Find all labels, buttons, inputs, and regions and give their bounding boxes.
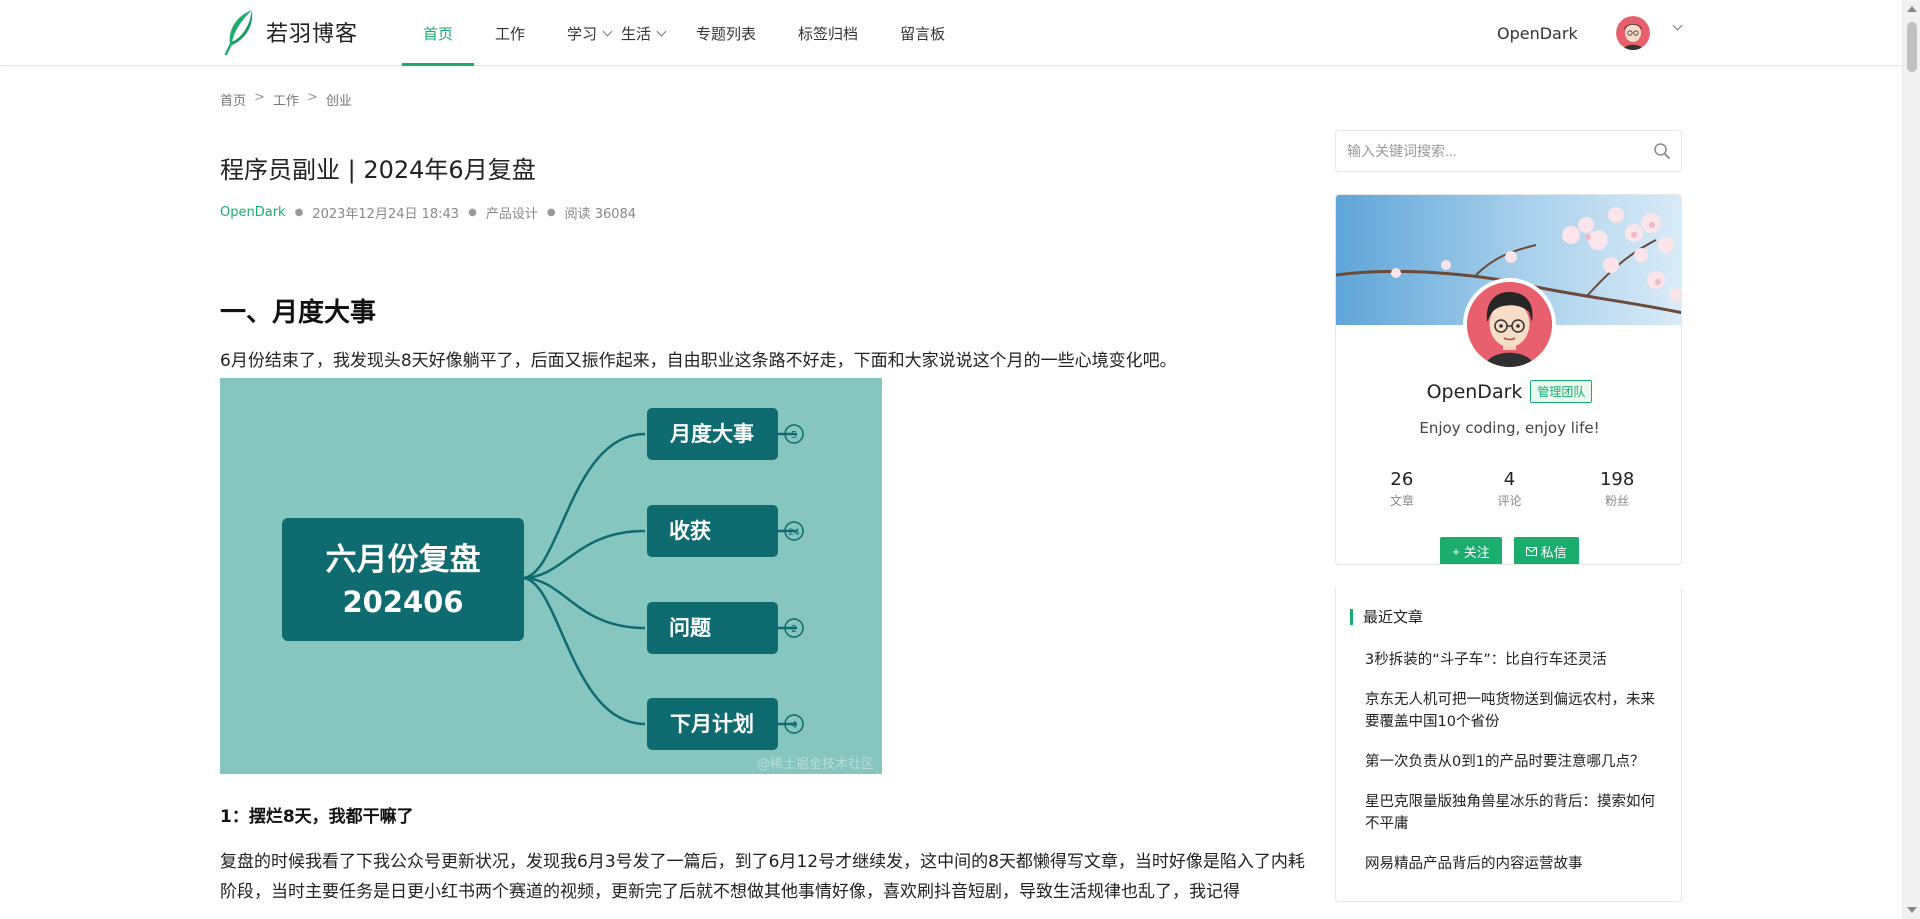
nav-label: 生活 bbox=[621, 24, 652, 43]
mindmap-branch-label: 月度大事 bbox=[669, 422, 754, 446]
chevron-down-icon[interactable] bbox=[1672, 20, 1683, 31]
profile-card: OpenDark 管理团队 Enjoy coding, enjoy life! … bbox=[1335, 194, 1682, 565]
stat-label: 粉丝 bbox=[1605, 494, 1630, 508]
mindmap-image: 六月份复盘 202406 月度大事 5 收获 24 问题 2 下月计划 4 @稀… bbox=[220, 378, 882, 774]
profile-actions: + 关注 私信 bbox=[1336, 537, 1681, 564]
article-views: 阅读 36084 bbox=[564, 207, 637, 222]
mindmap-branch-count: 4 bbox=[791, 720, 797, 731]
scrollbar[interactable] bbox=[1902, 0, 1920, 919]
nav-item-study[interactable]: 学习 bbox=[546, 0, 621, 66]
main-nav: 首页 工作 学习 生活 专题列表 标签归档 留言板 bbox=[402, 0, 966, 66]
nav-item-life[interactable]: 生活 bbox=[621, 0, 696, 66]
list-item[interactable]: 星巴克限量版独角兽星冰乐的背后：摸索如何不平庸 bbox=[1365, 791, 1665, 835]
breadcrumb-item-current[interactable]: 创业 bbox=[326, 90, 352, 109]
mail-icon bbox=[1525, 546, 1537, 556]
stat-followers[interactable]: 198 粉丝 bbox=[1572, 469, 1662, 509]
top-navigation-bar: 若羽博客 首页 工作 学习 生活 专题列表 标签归档 留言板 OpenDark bbox=[0, 0, 1902, 66]
mindmap-center-subtitle: 202406 bbox=[342, 585, 463, 619]
article-meta: OpenDark ● 2023年12月24日 18:43 ● 产品设计 ● 阅读… bbox=[220, 203, 1320, 222]
nav-label: 工作 bbox=[495, 24, 526, 43]
stat-label: 文章 bbox=[1389, 494, 1414, 508]
breadcrumb-item-home[interactable]: 首页 bbox=[220, 90, 246, 109]
scroll-thumb[interactable] bbox=[1907, 22, 1917, 72]
mindmap-branch-count: 5 bbox=[791, 430, 797, 441]
mindmap-branch-label: 下月计划 bbox=[670, 712, 754, 736]
user-avatar-icon bbox=[1467, 282, 1552, 367]
mindmap-watermark: @稀土掘金技术社区 bbox=[757, 756, 874, 772]
article-paragraph: 复盘的时候我看了下我公众号更新状况，发现我6月3号发了一篇后，到了6月12号才继… bbox=[220, 852, 1305, 902]
nav-label: 学习 bbox=[567, 24, 598, 43]
chevron-down-icon bbox=[656, 26, 667, 36]
recent-posts-list: 3秒拆装的“斗子车”：比自行车还灵活 京东无人机可把一吨货物送到偏远农村，未来要… bbox=[1365, 649, 1665, 893]
mindmap-center-title: 六月份复盘 bbox=[326, 542, 481, 578]
stat-comments[interactable]: 4 评论 bbox=[1464, 469, 1554, 509]
article-date: 2023年12月24日 18:43 bbox=[312, 207, 460, 222]
nav-label: 标签归档 bbox=[798, 24, 859, 43]
message-label: 私信 bbox=[1540, 544, 1567, 560]
breadcrumb: 首页 > 工作 > 创业 bbox=[220, 90, 352, 109]
meta-separator: ● bbox=[468, 207, 477, 218]
mindmap-branch-count: 2 bbox=[791, 624, 797, 635]
list-item[interactable]: 京东无人机可把一吨货物送到偏远农村，未来要覆盖中国10个省份 bbox=[1365, 689, 1665, 733]
message-button[interactable]: 私信 bbox=[1513, 537, 1579, 564]
sub-heading: 1：摆烂8天，我都干嘛了 bbox=[220, 807, 414, 827]
scroll-up-arrow-icon[interactable] bbox=[1907, 6, 1917, 12]
stat-number: 198 bbox=[1599, 469, 1635, 490]
recent-posts-title: 最近文章 bbox=[1350, 609, 1423, 625]
list-item[interactable]: 第一次负责从0到1的产品时要注意哪几点？ bbox=[1365, 751, 1665, 773]
feather-logo-icon bbox=[224, 10, 253, 56]
meta-separator: ● bbox=[546, 207, 556, 218]
profile-name-row: OpenDark 管理团队 bbox=[1336, 380, 1681, 403]
breadcrumb-separator: > bbox=[306, 90, 318, 105]
follow-label: 关注 bbox=[1463, 544, 1490, 560]
nav-label: 专题列表 bbox=[696, 24, 757, 43]
list-item[interactable]: 网易精品产品背后的内容运营故事 bbox=[1365, 853, 1665, 875]
nav-item-home[interactable]: 首页 bbox=[402, 0, 475, 66]
article-author[interactable]: OpenDark bbox=[220, 205, 286, 220]
profile-avatar[interactable] bbox=[1463, 278, 1556, 371]
search-icon[interactable] bbox=[1653, 142, 1671, 160]
profile-motto: Enjoy coding, enjoy life! bbox=[1419, 419, 1600, 437]
chevron-down-icon bbox=[602, 26, 613, 36]
stat-number: 4 bbox=[1503, 469, 1516, 490]
site-name: 若羽博客 bbox=[266, 22, 359, 47]
article: 程序员副业 | 2024年6月复盘 OpenDark ● 2023年12月24日… bbox=[220, 150, 1320, 907]
mindmap-branch-label: 收获 bbox=[669, 519, 711, 543]
nav-item-work[interactable]: 工作 bbox=[474, 0, 546, 66]
scroll-down-arrow-icon[interactable] bbox=[1907, 907, 1917, 913]
profile-name[interactable]: OpenDark bbox=[1427, 381, 1523, 403]
list-item[interactable]: 3秒拆装的“斗子车”：比自行车还灵活 bbox=[1365, 649, 1665, 671]
mindmap-branch-node bbox=[647, 602, 778, 654]
section-heading: 一、月度大事 bbox=[220, 298, 377, 328]
section-intro: 6月份结束了，我发现头8天好像躺平了，后面又振作起来，自由职业这条路不好走，下面… bbox=[220, 351, 1177, 371]
breadcrumb-separator: > bbox=[254, 90, 265, 105]
mindmap-branch-label: 问题 bbox=[669, 616, 712, 640]
nav-item-topics[interactable]: 专题列表 bbox=[696, 0, 777, 66]
mindmap-branch-node bbox=[647, 505, 778, 557]
nav-item-guestbook[interactable]: 留言板 bbox=[879, 0, 966, 66]
nav-label: 首页 bbox=[423, 24, 454, 43]
header-user-name[interactable]: OpenDark bbox=[1497, 0, 1578, 66]
search-input[interactable] bbox=[1336, 131, 1636, 171]
recent-posts-panel: 最近文章 3秒拆装的“斗子车”：比自行车还灵活 京东无人机可把一吨货物送到偏远农… bbox=[1335, 588, 1682, 902]
stat-number: 26 bbox=[1390, 469, 1414, 490]
search-box bbox=[1335, 130, 1682, 172]
stat-label: 评论 bbox=[1497, 494, 1522, 508]
user-avatar-icon bbox=[1616, 16, 1650, 50]
breadcrumb-item-work[interactable]: 工作 bbox=[273, 90, 299, 109]
nav-item-tags[interactable]: 标签归档 bbox=[777, 0, 879, 66]
article-title: 程序员副业 | 2024年6月复盘 bbox=[220, 156, 536, 184]
mindmap-center-node bbox=[282, 518, 524, 641]
plus-icon: + bbox=[1452, 543, 1460, 559]
site-logo[interactable]: 若羽博客 bbox=[222, 8, 358, 56]
avatar[interactable] bbox=[1616, 16, 1650, 50]
article-category[interactable]: 产品设计 bbox=[486, 203, 538, 222]
stat-articles[interactable]: 26 文章 bbox=[1357, 469, 1447, 509]
follow-button[interactable]: + 关注 bbox=[1440, 537, 1502, 564]
mindmap-branch-count: 24 bbox=[788, 528, 800, 538]
meta-separator: ● bbox=[294, 207, 304, 218]
profile-stats: 26 文章 4 评论 198 粉丝 bbox=[1336, 469, 1681, 509]
nav-label: 留言板 bbox=[900, 24, 946, 43]
status-badge: 管理团队 bbox=[1530, 380, 1593, 403]
